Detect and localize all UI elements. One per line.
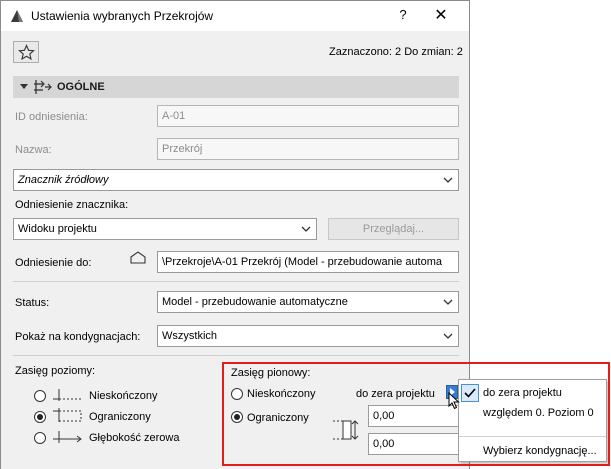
- archicad-app-icon: [11, 10, 23, 22]
- radio-horizontal-zero-depth[interactable]: [34, 432, 46, 444]
- name-field[interactable]: Przekrój: [157, 138, 459, 160]
- marker-type-value: Znacznik źródłowy: [18, 174, 109, 186]
- marker-ref-label: Odniesienie znacznika:: [15, 199, 129, 211]
- chevron-down-icon: [443, 333, 453, 339]
- collapse-triangle-icon[interactable]: [20, 84, 28, 89]
- horizontal-range-title: Zasięg poziomy:: [15, 365, 96, 377]
- horizontal-option-limited[interactable]: Ograniczony: [89, 411, 151, 423]
- window-title: Ustawienia wybranych Przekrojów: [31, 9, 214, 23]
- browse-button[interactable]: Przeglądaj...: [328, 218, 459, 240]
- divider: [13, 281, 459, 282]
- limited-range-icon: [53, 408, 82, 422]
- show-on-value: Wszystkich: [162, 330, 217, 342]
- radio-horizontal-limited[interactable]: [34, 411, 46, 423]
- view-icon: [130, 251, 146, 264]
- ref-id-field[interactable]: A-01: [157, 105, 459, 127]
- show-on-combo[interactable]: Wszystkich: [157, 325, 459, 347]
- highlight-frame: [222, 362, 610, 466]
- zero-depth-icon: [53, 431, 82, 443]
- chevron-down-icon: [443, 177, 453, 183]
- ref-to-label: Odniesienie do:: [15, 257, 92, 269]
- horizontal-option-zero-depth[interactable]: Głębokość zerowa: [89, 432, 180, 444]
- selection-info: Zaznaczono: 2 Do zmian: 2: [329, 46, 463, 58]
- status-combo[interactable]: Model - przebudowanie automatyczne: [157, 291, 459, 313]
- marker-ref-combo[interactable]: Widoku projektu: [13, 218, 317, 240]
- favorites-button[interactable]: [13, 41, 39, 63]
- ref-id-label: ID odniesienia:: [15, 111, 88, 123]
- section-header-general[interactable]: OGÓLNE: [13, 76, 459, 98]
- chevron-down-icon: [301, 226, 311, 232]
- star-icon: [18, 44, 35, 61]
- help-button[interactable]: ?: [393, 7, 413, 22]
- ref-to-field: \Przekroje\A-01 Przekrój (Model - przebu…: [157, 251, 459, 273]
- radio-horizontal-infinite[interactable]: [34, 390, 46, 402]
- show-on-label: Pokaż na kondygnacjach:: [15, 331, 141, 343]
- section-title: OGÓLNE: [57, 81, 105, 93]
- title-bar: Ustawienia wybranych Przekrojów ? ✕: [1, 1, 469, 31]
- status-label: Status:: [15, 297, 50, 309]
- divider: [13, 355, 459, 356]
- horizontal-option-infinite[interactable]: Nieskończony: [89, 390, 157, 402]
- infinite-range-icon: [53, 389, 81, 401]
- chevron-down-icon: [443, 299, 453, 305]
- status-value: Model - przebudowanie automatyczne: [162, 296, 348, 308]
- marker-ref-value: Widoku projektu: [18, 223, 97, 235]
- section-marker-icon: [34, 80, 52, 94]
- marker-type-combo[interactable]: Znacznik źródłowy: [13, 169, 459, 191]
- close-button[interactable]: ✕: [431, 5, 451, 25]
- name-label: Nazwa:: [15, 144, 52, 156]
